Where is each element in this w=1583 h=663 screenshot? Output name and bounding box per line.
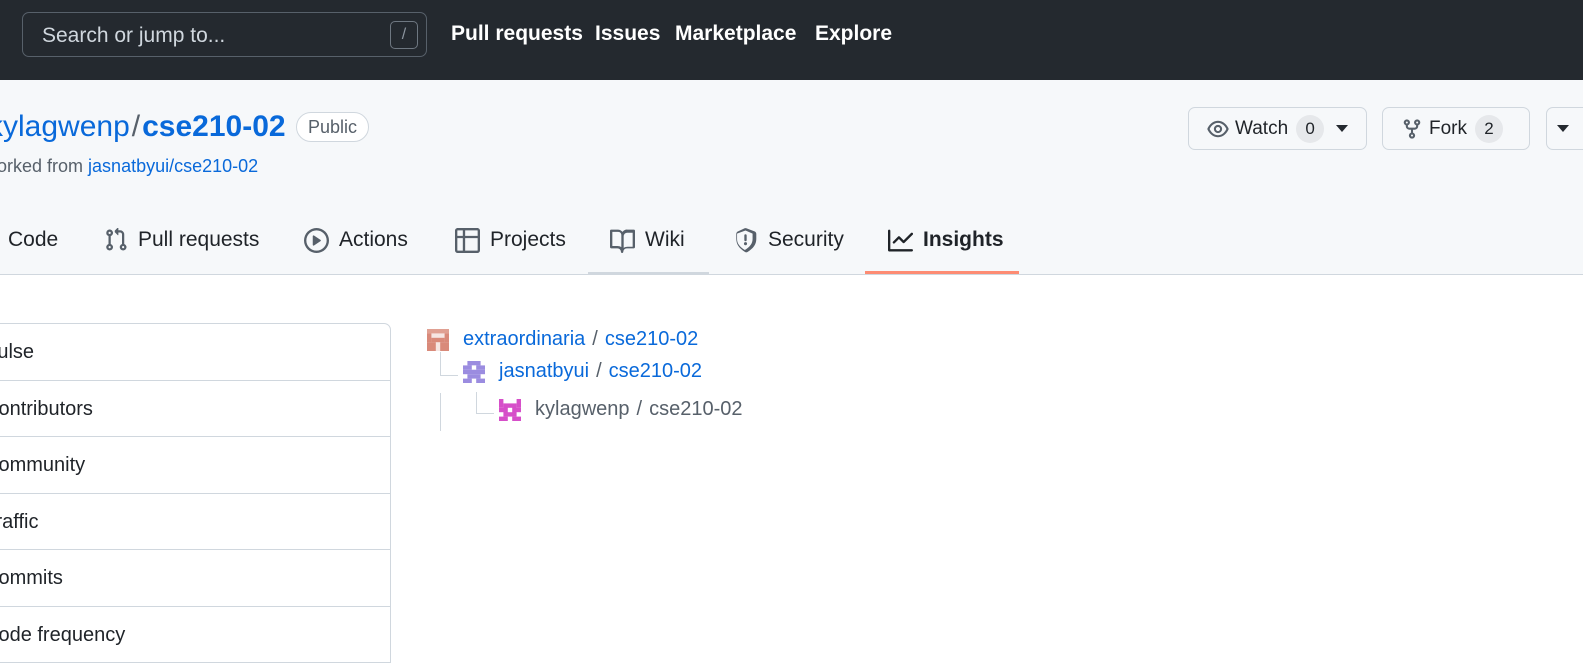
sidebar-item-pulse[interactable]: Pulse: [0, 324, 390, 381]
shield-icon: [736, 228, 757, 253]
repo-title-separator: /: [131, 110, 141, 143]
repo-owner-link[interactable]: kylagwenp: [0, 110, 130, 143]
network-separator: /: [636, 398, 643, 420]
sidebar-item-traffic[interactable]: Traffic: [0, 494, 390, 550]
sidebar-item-community[interactable]: Community: [0, 437, 390, 494]
forked-from-link[interactable]: jasnatbyui/cse210-02: [88, 156, 258, 176]
sidebar-item-label: Traffic: [0, 510, 39, 533]
forked-from-line: forked from jasnatbyui/cse210-02: [0, 156, 258, 177]
repo-forked-icon: [1403, 118, 1421, 139]
sidebar-item-contributors[interactable]: Contributors: [0, 381, 390, 437]
tree-connector: [440, 352, 441, 376]
active-tab-indicator: [865, 271, 1019, 274]
network-node-current: kylagwenp / cse210-02: [499, 398, 742, 421]
tab-code-label: Code: [8, 228, 59, 251]
network-node: extraordinaria / cse210-02: [427, 328, 698, 351]
nav-pull-requests[interactable]: Pull requests: [451, 22, 583, 46]
sidebar-item-label: Pulse: [0, 341, 35, 363]
fork-count: 2: [1475, 114, 1503, 143]
fork-button[interactable]: Fork 2: [1382, 107, 1530, 150]
network-repo: cse210-02: [649, 398, 743, 420]
network-owner-link[interactable]: jasnatbyui: [499, 360, 589, 383]
nav-issues[interactable]: Issues: [595, 22, 660, 46]
network-repo-link[interactable]: cse210-02: [605, 328, 698, 351]
insights-sidebar: Pulse Contributors Community Traffic Com…: [0, 323, 391, 663]
nav-marketplace[interactable]: Marketplace: [675, 22, 796, 46]
tree-connector: [476, 392, 477, 414]
network-separator: /: [592, 328, 598, 350]
watch-button[interactable]: Watch 0: [1188, 107, 1367, 150]
tree-connector: [476, 413, 494, 414]
tab-projects-label: Projects: [490, 228, 566, 251]
star-button[interactable]: [1546, 107, 1583, 150]
watch-count: 0: [1296, 114, 1325, 143]
avatar[interactable]: [427, 328, 449, 351]
tab-insights[interactable]: Insights: [888, 220, 1004, 275]
tab-insights-label: Insights: [923, 228, 1004, 251]
eye-icon: [1207, 120, 1229, 137]
tab-projects[interactable]: Projects: [455, 220, 566, 275]
tab-security[interactable]: Security: [733, 220, 844, 275]
search-shortcut-key: /: [390, 21, 418, 49]
tab-security-label: Security: [768, 228, 844, 251]
sidebar-item-label: Contributors: [0, 397, 93, 420]
repo-header: kylagwenp/cse210-02 Public forked from j…: [0, 80, 1583, 275]
chevron-down-icon: [1557, 125, 1569, 132]
table-icon: [455, 228, 480, 253]
tab-code[interactable]: Code: [0, 220, 58, 275]
sidebar-item-code-frequency[interactable]: Code frequency: [0, 607, 390, 663]
tab-actions-label: Actions: [339, 228, 408, 251]
network-separator: /: [596, 360, 602, 382]
play-icon: [304, 228, 329, 253]
tree-connector: [440, 393, 441, 431]
fork-label: Fork: [1429, 117, 1467, 139]
network-repo-link[interactable]: cse210-02: [609, 360, 702, 383]
sidebar-item-label: Code frequency: [0, 623, 126, 646]
tab-pull-requests[interactable]: Pull requests: [104, 220, 259, 275]
visibility-badge: Public: [296, 112, 370, 142]
tab-actions[interactable]: Actions: [304, 220, 408, 275]
git-pull-request-icon: [106, 228, 127, 251]
forked-from-prefix: forked from: [0, 156, 84, 176]
repo-title: kylagwenp/cse210-02: [0, 110, 286, 144]
tree-connector: [440, 375, 458, 376]
network-owner: kylagwenp: [535, 398, 630, 420]
avatar[interactable]: [499, 398, 521, 421]
network-node: jasnatbyui / cse210-02: [463, 360, 702, 383]
sidebar-item-commits[interactable]: Commits: [0, 550, 390, 607]
search-input[interactable]: Search or jump to... /: [22, 12, 427, 57]
sidebar-item-label: Commits: [0, 567, 63, 589]
tab-wiki[interactable]: Wiki: [610, 220, 685, 275]
book-icon: [610, 229, 635, 253]
repo-name-link[interactable]: cse210-02: [142, 110, 285, 143]
network-owner-link[interactable]: extraordinaria: [463, 328, 585, 351]
avatar[interactable]: [463, 360, 485, 383]
tab-pull-requests-label: Pull requests: [138, 228, 260, 251]
tab-hover-indicator: [588, 272, 709, 274]
watch-label: Watch: [1235, 117, 1289, 139]
global-header: Search or jump to... / Pull requests Iss…: [0, 0, 1583, 80]
chevron-down-icon[interactable]: [1336, 125, 1349, 132]
sidebar-item-label: Community: [0, 454, 86, 476]
tab-wiki-label: Wiki: [645, 228, 685, 251]
graph-icon: [888, 229, 913, 252]
nav-explore[interactable]: Explore: [815, 22, 892, 46]
search-placeholder: Search or jump to...: [42, 24, 226, 47]
